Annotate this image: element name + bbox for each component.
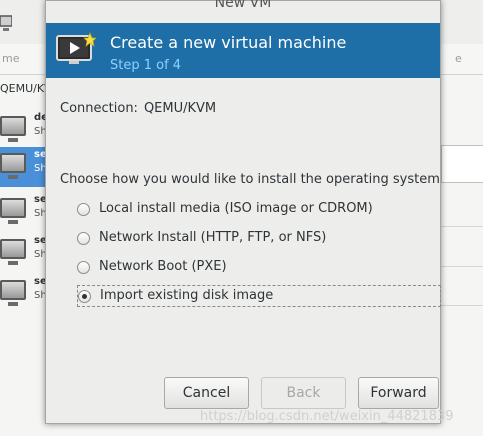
radio-indicator[interactable] (77, 261, 90, 274)
radio-local-install-media[interactable]: Local install media (ISO image or CDROM) (77, 199, 441, 221)
radio-network-boot[interactable]: Network Boot (PXE) (77, 257, 441, 279)
connection-group-label[interactable]: QEMU/KV (0, 82, 52, 95)
vm-monitor-icon (0, 239, 26, 265)
divider (441, 226, 483, 227)
radio-import-disk-image[interactable]: Import existing disk image (77, 285, 441, 307)
connection-value: QEMU/KVM (143, 101, 217, 116)
vm-list-row-selected[interactable]: se Sh (0, 147, 50, 187)
new-vm-dialog: New VM Create a new virtual machine Step… (45, 0, 441, 424)
back-button[interactable]: Back (261, 377, 346, 409)
vm-monitor-icon (0, 153, 26, 179)
install-method-prompt: Choose how you would like to install the… (60, 172, 440, 187)
cancel-button[interactable]: Cancel (164, 377, 249, 409)
vm-list-row[interactable]: se Sh (0, 274, 50, 314)
new-vm-toolbar-icon[interactable] (0, 14, 12, 32)
vm-monitor-icon (0, 198, 26, 224)
radio-indicator[interactable] (77, 203, 90, 216)
dialog-window-title: New VM (214, 0, 272, 11)
vm-list-row[interactable]: se Sh (0, 233, 50, 273)
radio-label[interactable]: Network Boot (PXE) (99, 259, 227, 274)
connection-label: Connection: (60, 101, 138, 116)
vm-list-row[interactable]: de Sh (0, 110, 50, 150)
wizard-step-indicator: Step 1 of 4 (110, 58, 182, 73)
vm-monitor-icon (0, 280, 26, 306)
column-name-header[interactable]: me (2, 52, 19, 65)
radio-indicator-checked[interactable] (78, 290, 91, 303)
new-vm-icon (56, 32, 96, 64)
radio-indicator[interactable] (77, 232, 90, 245)
radio-label[interactable]: Network Install (HTTP, FTP, or NFS) (99, 230, 326, 245)
connection-row: Connection: QEMU/KVM (60, 101, 216, 116)
vm-list-row[interactable]: se Sh (0, 192, 50, 232)
wizard-header-banner: Create a new virtual machine Step 1 of 4 (46, 23, 440, 78)
radio-label[interactable]: Import existing disk image (100, 288, 273, 303)
forward-button[interactable]: Forward (358, 377, 439, 409)
divider (441, 305, 483, 306)
column-right-header[interactable]: e (455, 52, 462, 65)
vm-monitor-icon (0, 116, 26, 142)
watermark-text: https://blog.csdn.net/weixin_44821839 (200, 409, 454, 424)
vm-usage-graph-selected (441, 145, 483, 183)
divider (441, 266, 483, 267)
radio-label[interactable]: Local install media (ISO image or CDROM) (99, 201, 373, 216)
wizard-title: Create a new virtual machine (110, 33, 347, 52)
radio-network-install[interactable]: Network Install (HTTP, FTP, or NFS) (77, 228, 441, 250)
